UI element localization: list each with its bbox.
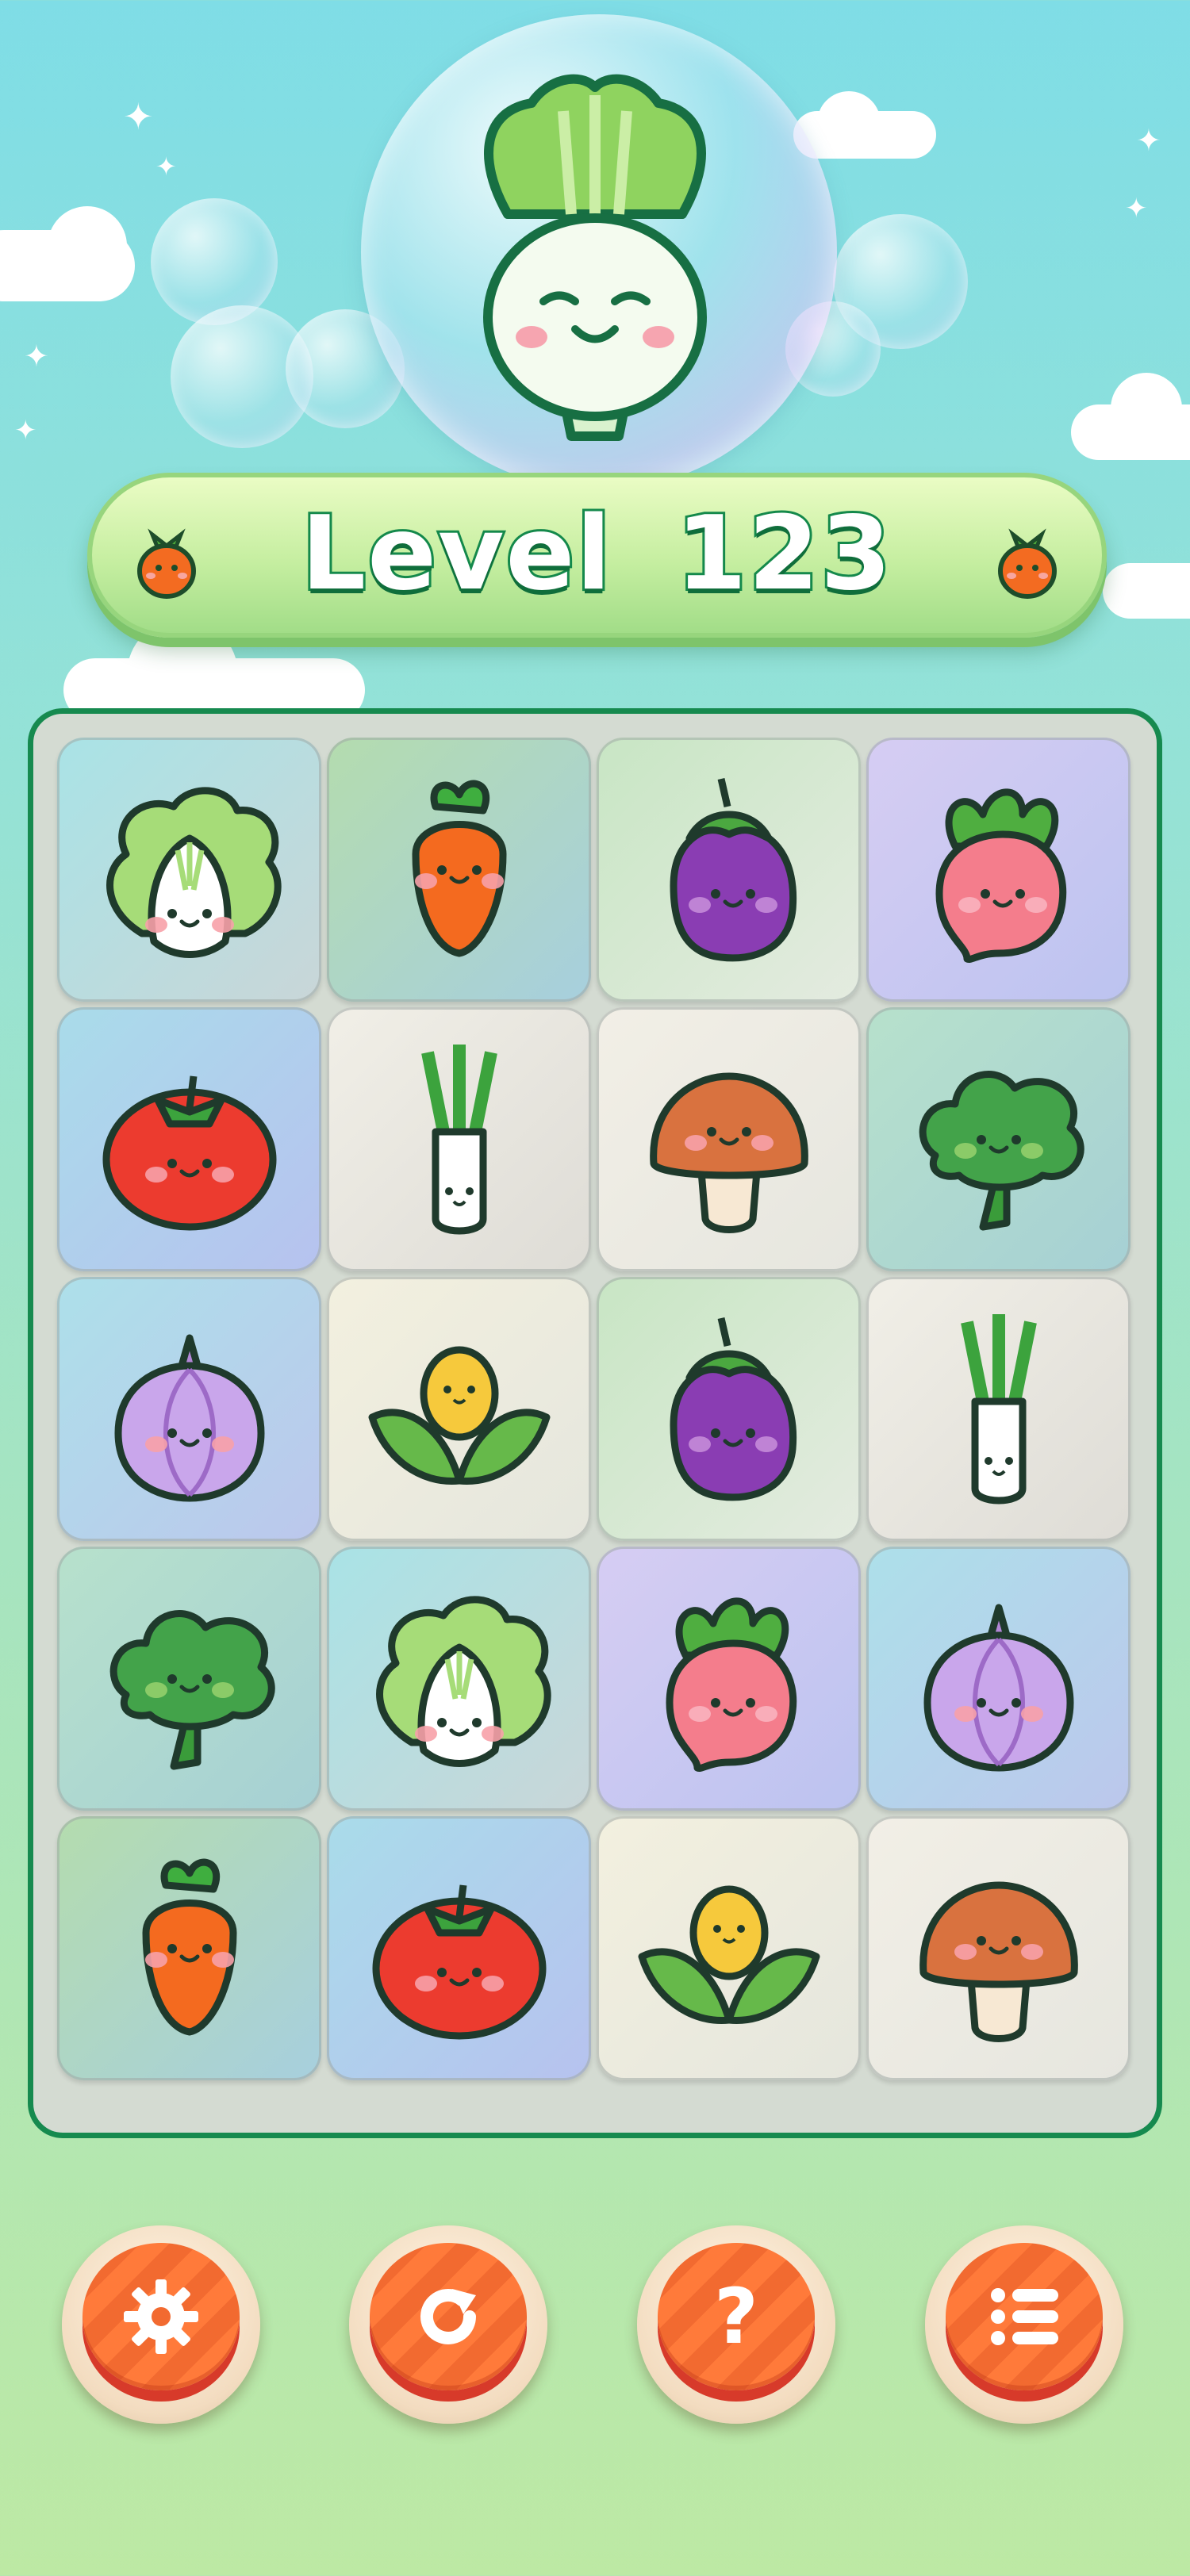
leek-icon (960, 1313, 1037, 1504)
restart-button[interactable] (349, 2225, 547, 2424)
cloud-right-top-2 (817, 91, 881, 155)
smiling-onion-icon (483, 74, 707, 441)
tile-eggplant[interactable] (597, 738, 861, 1002)
sparkle-icon: ✦ (1136, 123, 1161, 158)
tile-leek[interactable] (866, 1277, 1130, 1541)
tile-leek[interactable] (327, 1007, 591, 1271)
tile-eggplant[interactable] (597, 1277, 861, 1541)
corn-icon (638, 1885, 820, 2024)
tile-onion[interactable] (866, 1547, 1130, 1811)
sparkle-icon: ✦ (1125, 193, 1148, 224)
level-label: Level (299, 493, 613, 615)
leek-icon (420, 1044, 497, 1234)
tile-tomato[interactable] (57, 1007, 321, 1271)
sparkle-icon: ✦ (14, 415, 37, 447)
cloud-right-low (1103, 563, 1190, 619)
level-banner: Level 123 (87, 473, 1107, 638)
radish-icon (935, 788, 1066, 963)
tile-cabbage[interactable] (57, 738, 321, 1002)
menu-button[interactable] (925, 2225, 1123, 2424)
tile-corn[interactable] (597, 1816, 861, 2080)
tile-radish[interactable] (597, 1547, 861, 1811)
tile-carrot[interactable] (57, 1816, 321, 2080)
gear-icon (124, 2279, 198, 2354)
help-button[interactable]: ? (637, 2225, 835, 2424)
radish-icon (666, 1597, 797, 1772)
cloud-left-2 (48, 206, 127, 286)
tile-tomato[interactable] (327, 1816, 591, 2080)
tomato-icon (372, 1884, 546, 2039)
eggplant-icon (670, 777, 797, 961)
settings-button[interactable] (62, 2225, 260, 2424)
onion-icon (923, 1604, 1073, 1771)
cabbage-icon (106, 786, 282, 958)
sparkle-icon: ✦ (155, 151, 177, 182)
carrot-icon (412, 780, 506, 956)
tomato-icon (102, 1075, 276, 1230)
tile-radish[interactable] (866, 738, 1130, 1002)
cloud-right-mid-2 (1111, 373, 1182, 444)
tile-onion[interactable] (57, 1277, 321, 1541)
tile-broccoli[interactable] (866, 1007, 1130, 1271)
tile-broccoli[interactable] (57, 1547, 321, 1811)
mushroom-icon (919, 1881, 1078, 2042)
eggplant-icon (670, 1317, 797, 1501)
svg-text:?: ? (714, 2273, 758, 2360)
tile-corn[interactable] (327, 1277, 591, 1541)
mushroom-icon (649, 1072, 808, 1233)
cabbage-icon (375, 1595, 551, 1767)
sparkle-icon: ✦ (24, 339, 49, 374)
level-title: Level 123 (92, 493, 1102, 615)
bubble (151, 198, 278, 325)
tile-mushroom[interactable] (866, 1816, 1130, 2080)
broccoli-icon (919, 1070, 1084, 1230)
level-number: 123 (674, 493, 893, 615)
corn-icon (368, 1346, 550, 1485)
tile-board (28, 708, 1162, 2138)
restart-icon (420, 2289, 476, 2344)
tile-carrot[interactable] (327, 738, 591, 1002)
onion-icon (114, 1334, 264, 1501)
tile-mushroom[interactable] (597, 1007, 861, 1271)
broccoli-icon (109, 1609, 275, 1769)
question-icon: ? (714, 2273, 758, 2360)
list-icon (991, 2288, 1058, 2345)
sparkle-icon: ✦ (123, 95, 154, 138)
tile-cabbage[interactable] (327, 1547, 591, 1811)
carrot-icon (142, 1858, 236, 2035)
carrot-icon (998, 528, 1057, 599)
